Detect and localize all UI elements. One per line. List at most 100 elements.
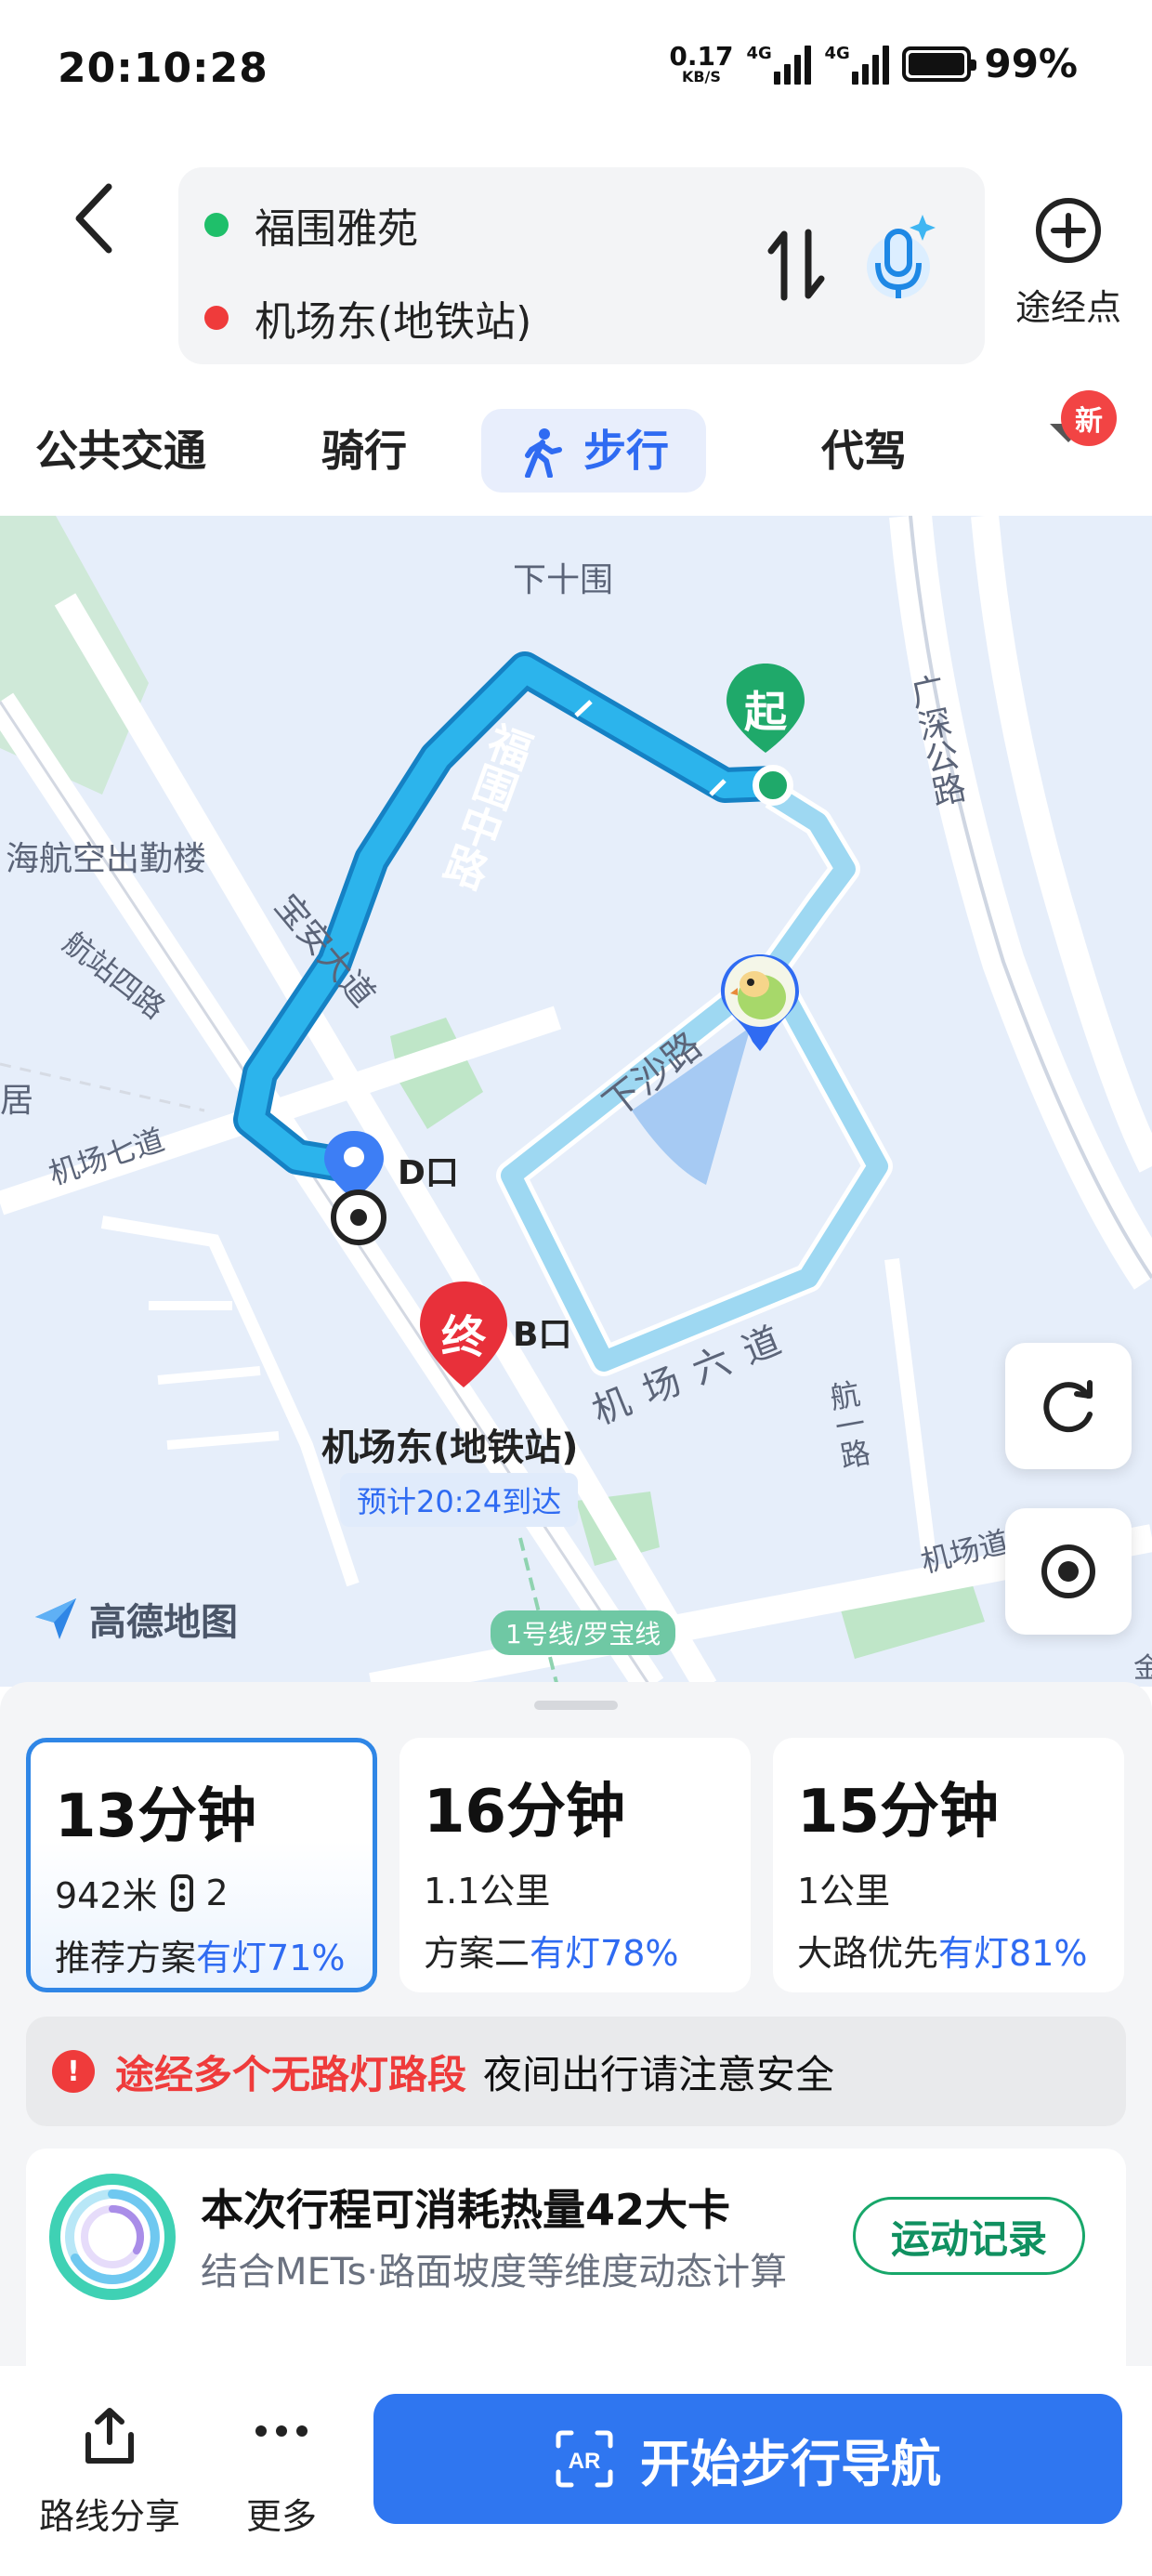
exercise-record-button[interactable]: 运动记录	[853, 2197, 1085, 2275]
traffic-light-icon	[170, 1873, 193, 1912]
tab-transit[interactable]: 公共交通	[35, 409, 206, 493]
map-logo: 高德地图	[32, 1592, 238, 1646]
end-pin[interactable]: 终	[416, 1278, 511, 1399]
add-waypoint-button[interactable]: 途经点	[1003, 195, 1133, 330]
calorie-title: 本次行程可消耗热量42大卡	[201, 2185, 731, 2235]
signal-icon: 4G	[824, 43, 890, 85]
map-label-jin: 金	[1133, 1652, 1152, 1685]
bottom-action-bar: 路线分享 更多 AR 开始步行导航	[0, 2366, 1152, 2576]
share-route-button[interactable]: 路线分享	[35, 2403, 184, 2539]
battery-icon	[902, 46, 977, 82]
chevron-left-icon	[75, 183, 112, 254]
destination-name: 机场东(地铁站)	[321, 1426, 579, 1469]
start-field[interactable]: 福围雅苑	[204, 195, 418, 255]
start-dot-icon	[204, 213, 229, 237]
start-pin[interactable]: 起	[723, 660, 808, 771]
end-dot-icon	[204, 306, 229, 330]
plan-type: 方案二	[424, 1933, 530, 1974]
start-walking-navigation-button[interactable]: AR 开始步行导航	[373, 2394, 1122, 2524]
plan-distance-row: 1公里	[797, 1862, 1100, 1913]
eta-tag: 预计20:24到达	[340, 1473, 579, 1527]
route-plan-card[interactable]: 16分钟 1.1公里 方案二有灯78%	[399, 1738, 751, 1992]
start-point-icon	[753, 765, 793, 806]
subway-exit-icon	[331, 1189, 386, 1245]
end-field[interactable]: 机场东(地铁站)	[204, 288, 531, 348]
plan-lighting: 有灯78%	[530, 1933, 679, 1974]
plan-distance: 942米	[55, 1875, 158, 1916]
start-pin-label: 起	[744, 687, 787, 737]
waypoint-label: 途经点	[1015, 287, 1121, 328]
plan-lighting: 有灯81%	[938, 1933, 1088, 1974]
walking-icon	[525, 428, 562, 478]
plan-type: 推荐方案	[55, 1938, 197, 1978]
plan-summary: 推荐方案有灯71%	[55, 1929, 348, 1980]
share-label: 路线分享	[38, 2496, 180, 2537]
signal-type: 4G	[824, 43, 850, 63]
warning-text: 夜间出行请注意安全	[483, 2051, 835, 2097]
more-dots-icon	[255, 2425, 308, 2437]
map-logo-text: 高德地图	[89, 1601, 238, 1644]
end-pin-label: 终	[440, 1311, 486, 1363]
new-badge: 新	[1061, 390, 1117, 446]
plan-light-count: 2	[205, 1872, 229, 1913]
plus-circle-icon	[1036, 198, 1101, 263]
route-plan-card[interactable]: 13分钟 942米 2 推荐方案有灯71%	[26, 1738, 377, 1992]
exit-d-label: D口	[398, 1154, 459, 1192]
metro-line-tag: 1号线/罗宝线	[491, 1610, 676, 1655]
map-label-xiashiwei: 下十围	[513, 561, 614, 599]
network-speed-unit: KB/S	[681, 67, 721, 85]
plan-summary: 方案二有灯78%	[424, 1925, 727, 1976]
tab-walking[interactable]: 步行	[481, 409, 706, 493]
plan-summary: 大路优先有灯81%	[797, 1925, 1100, 1976]
network-speed-value: 0.17	[669, 40, 734, 72]
tab-cycling[interactable]: 骑行	[321, 409, 407, 493]
start-location: 福围雅苑	[255, 205, 418, 253]
refresh-button[interactable]	[1005, 1343, 1132, 1469]
exit-b-label: B口	[513, 1316, 572, 1354]
plan-type: 大路优先	[797, 1933, 939, 1974]
alert-icon: !	[52, 2050, 95, 2093]
plan-time: 16分钟	[424, 1778, 626, 1847]
calorie-subtitle: 结合METs·路面坡度等维度动态计算	[201, 2251, 788, 2293]
bird-avatar-icon	[721, 954, 799, 1051]
route-plan-card[interactable]: 15分钟 1公里 大路优先有灯81%	[773, 1738, 1124, 1992]
more-button[interactable]: 更多	[230, 2403, 333, 2539]
tab-label: 步行	[583, 426, 669, 476]
plan-time: 13分钟	[55, 1782, 257, 1851]
status-indicators: 0.17 KB/S 4G 4G 99%	[669, 41, 1078, 86]
locate-icon	[1041, 1544, 1095, 1598]
current-location-avatar[interactable]	[715, 951, 805, 1053]
locate-me-button[interactable]	[1005, 1508, 1132, 1635]
refresh-icon	[1043, 1380, 1093, 1433]
plan-distance-row: 942米 2	[55, 1867, 348, 1918]
amap-logo-icon	[35, 1598, 76, 1639]
end-location: 机场东(地铁站)	[255, 298, 532, 346]
status-bar: 20:10:28 0.17 KB/S 4G 4G 99%	[0, 0, 1152, 139]
voice-mic-icon[interactable]	[861, 209, 945, 311]
plan-distance-row: 1.1公里	[424, 1862, 727, 1913]
status-time: 20:10:28	[58, 45, 268, 92]
calorie-card: 本次行程可消耗热量42大卡 结合METs·路面坡度等维度动态计算 运动记录	[26, 2149, 1126, 2390]
signal-type: 4G	[746, 43, 772, 63]
network-speed: 0.17 KB/S	[669, 40, 734, 85]
more-label: 更多	[245, 2496, 317, 2537]
warning-highlight: 途经多个无路灯路段	[115, 2051, 467, 2097]
map-label-building: 海航空出勤楼	[6, 840, 207, 878]
svg-text:AR: AR	[569, 2449, 601, 2474]
swap-icon[interactable]	[764, 223, 829, 307]
battery-percent: 99%	[984, 41, 1078, 86]
tab-designated-driver[interactable]: 代驾	[821, 409, 907, 493]
travel-mode-tabs: 公共交通 骑行 步行 代驾	[0, 390, 1152, 493]
plan-lighting: 有灯71%	[196, 1938, 346, 1978]
plan-distance: 1公里	[797, 1871, 891, 1912]
route-input-box: 福围雅苑 机场东(地铁站)	[178, 167, 985, 364]
tab-label: 骑行	[321, 426, 407, 476]
tab-label: 代驾	[821, 426, 907, 476]
route-sheet: 13分钟 942米 2 推荐方案有灯71% 16分钟 1.1公里 方案二有灯78…	[0, 1682, 1152, 2390]
tab-label: 公共交通	[35, 426, 206, 476]
plan-distance: 1.1公里	[424, 1871, 551, 1912]
activity-ring-icon	[49, 2174, 176, 2300]
drag-handle[interactable]	[534, 1701, 618, 1710]
map-view[interactable]: 下十围 广深公路 海航空出勤楼 福围中路 宝安大道 航站四路 居 机场七道 下沙…	[0, 516, 1152, 1687]
back-button[interactable]	[65, 177, 121, 260]
